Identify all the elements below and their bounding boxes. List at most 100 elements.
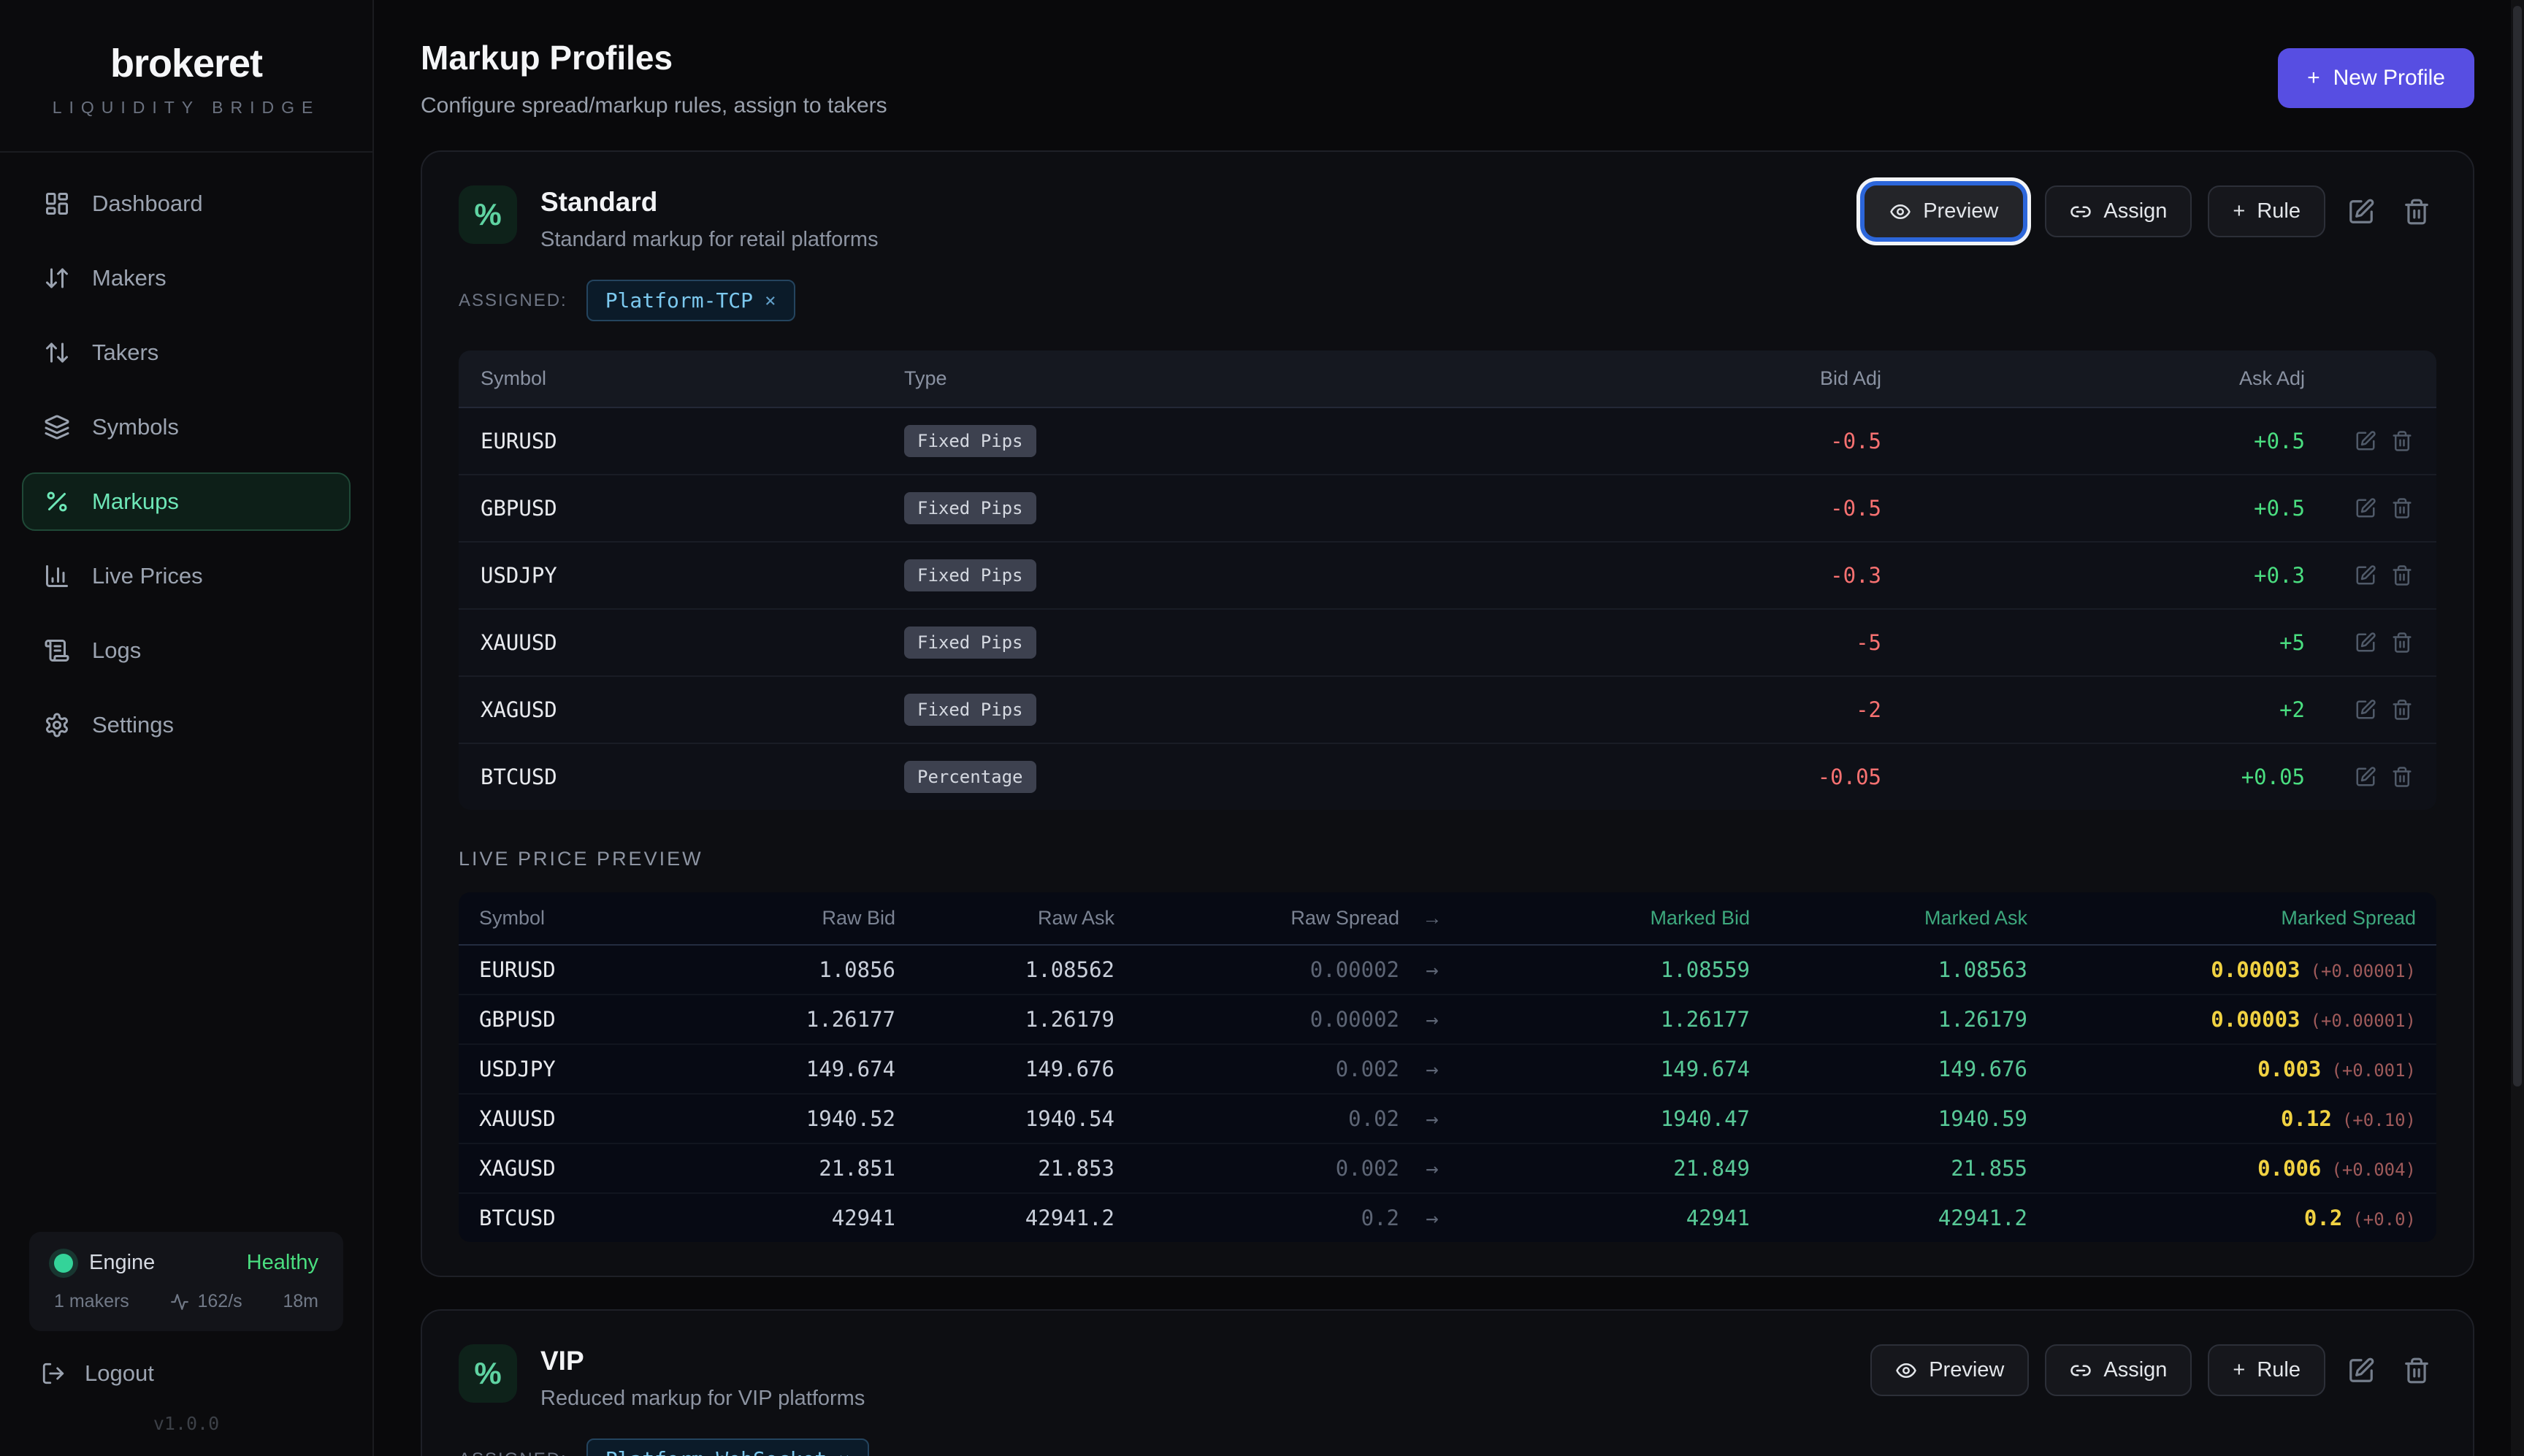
col-symbol: Symbol [479,892,727,944]
delete-rule-button[interactable] [2390,630,2414,655]
raw-bid: 42941 [727,1194,895,1242]
rule-symbol: BTCUSD [481,748,904,806]
raw-bid: 1.26177 [727,995,895,1043]
profile-name: Standard [540,185,879,218]
sidebar-item-dashboard[interactable]: Dashboard [22,175,351,233]
assigned-label: ASSIGNED: [459,1449,567,1456]
edit-icon [2355,632,2376,654]
live-price-row: EURUSD 1.0856 1.08562 0.00002 → 1.08559 … [459,946,2436,994]
engine-label: Engine [89,1251,155,1275]
live-price-row: USDJPY 149.674 149.676 0.002 → 149.674 1… [459,1043,2436,1093]
edit-rule-button[interactable] [2353,496,2378,521]
sidebar-item-settings[interactable]: Settings [22,696,351,754]
live-table-header: Symbol Raw Bid Raw Ask Raw Spread → Mark… [459,892,2436,946]
arrow-right-icon: → [1399,946,1465,994]
edit-icon [2355,699,2376,721]
rule-ask-adj: +2 [1881,681,2305,739]
scrollbar-thumb[interactable] [2513,6,2522,1087]
link-icon [2070,201,2092,223]
profile-card-vip: % VIP Reduced markup for VIP platforms P… [421,1309,2474,1456]
rule-symbol: XAGUSD [481,681,904,739]
trash-icon [2403,198,2431,226]
add-rule-button[interactable]: + Rule [2208,185,2325,237]
remove-tag-icon[interactable]: × [838,1449,850,1456]
assign-label: Assign [2103,1358,2167,1382]
rule-symbol: GBPUSD [481,479,904,537]
rule-bid-adj: -5 [1502,613,1881,672]
arrow-right-icon: → [1399,1144,1465,1192]
col-type: Type [904,350,1502,407]
delete-profile-button[interactable] [2397,192,2436,231]
preview-button[interactable]: Preview [1870,1344,2029,1396]
delete-rule-button[interactable] [2390,496,2414,521]
marked-ask: 149.676 [1750,1045,2027,1093]
live-price-preview-label: LIVE PRICE PREVIEW [459,848,2436,870]
plus-icon: + [2233,1358,2245,1382]
edit-icon [2355,564,2376,586]
delete-rule-button[interactable] [2390,563,2414,588]
live-price-row: BTCUSD 42941 42941.2 0.2 → 42941 42941.2… [459,1192,2436,1242]
sidebar-item-logs[interactable]: Logs [22,621,351,680]
eye-icon [1895,1360,1917,1382]
live-symbol: GBPUSD [479,995,727,1043]
engine-status-card: Engine Healthy 1 makers 162/s 18m [29,1232,343,1331]
assign-button[interactable]: Assign [2045,1344,2192,1396]
col-raw-spread: Raw Spread [1114,892,1399,944]
spread-delta: (+0.001) [2331,1060,2416,1081]
raw-spread: 0.2 [1114,1194,1399,1242]
rule-ask-adj: +0.5 [1881,412,2305,470]
edit-icon [2347,198,2375,226]
sidebar-item-markups[interactable]: Markups [22,472,351,531]
marked-bid: 1.26177 [1465,995,1750,1043]
marked-spread: 0.006 [2257,1156,2321,1181]
raw-spread: 0.00002 [1114,995,1399,1043]
delete-profile-button[interactable] [2397,1351,2436,1390]
edit-profile-button[interactable] [2341,192,2381,231]
scroll-text-icon [44,637,70,664]
tag-label: Platform-TCP [605,288,753,313]
marked-spread: 0.12 [2281,1106,2332,1131]
add-rule-button[interactable]: + Rule [2208,1344,2325,1396]
edit-rule-button[interactable] [2353,563,2378,588]
arrow-up-down-icon [44,340,70,366]
trash-icon [2391,766,2413,788]
sidebar-item-symbols[interactable]: Symbols [22,398,351,456]
sidebar-item-label: Markups [92,488,179,515]
col-bid-adj: Bid Adj [1502,350,1881,407]
assigned-label: ASSIGNED: [459,291,567,311]
sidebar-item-label: Live Prices [92,563,203,589]
edit-rule-button[interactable] [2353,429,2378,453]
edit-profile-button[interactable] [2341,1351,2381,1390]
delete-rule-button[interactable] [2390,697,2414,722]
sidebar-item-live-prices[interactable]: Live Prices [22,547,351,605]
profile-card-standard: % Standard Standard markup for retail pl… [421,150,2474,1277]
live-price-row: GBPUSD 1.26177 1.26179 0.00002 → 1.26177… [459,994,2436,1043]
new-profile-button[interactable]: + New Profile [2278,48,2474,108]
plus-icon: + [2233,199,2245,223]
assign-button[interactable]: Assign [2045,185,2192,237]
edit-rule-button[interactable] [2353,765,2378,789]
col-marked-bid: Marked Bid [1465,892,1750,944]
raw-ask: 1940.54 [895,1095,1114,1143]
delete-rule-button[interactable] [2390,429,2414,453]
new-profile-label: New Profile [2333,66,2445,91]
delete-rule-button[interactable] [2390,765,2414,789]
logout-button[interactable]: Logout [0,1331,372,1387]
rule-type-badge: Fixed Pips [904,492,1036,524]
sidebar-item-makers[interactable]: Makers [22,249,351,307]
plus-icon: + [2307,66,2320,91]
sidebar-item-takers[interactable]: Takers [22,323,351,382]
engine-status-dot [54,1254,73,1273]
spread-delta: (+0.004) [2331,1160,2416,1180]
edit-rule-button[interactable] [2353,697,2378,722]
sidebar: brokeret LIQUIDITY BRIDGE Dashboard Make… [0,0,374,1456]
sidebar-item-label: Takers [92,340,158,366]
sidebar-item-label: Logs [92,637,141,664]
link-icon [2070,1360,2092,1382]
preview-button[interactable]: Preview [1865,185,2023,237]
tag-label: Platform-WebSocket [605,1447,827,1456]
rule-row: GBPUSD Fixed Pips -0.5 +0.5 [459,474,2436,541]
remove-tag-icon[interactable]: × [765,290,776,312]
assigned-tag: Platform-TCP × [586,280,795,321]
edit-rule-button[interactable] [2353,630,2378,655]
